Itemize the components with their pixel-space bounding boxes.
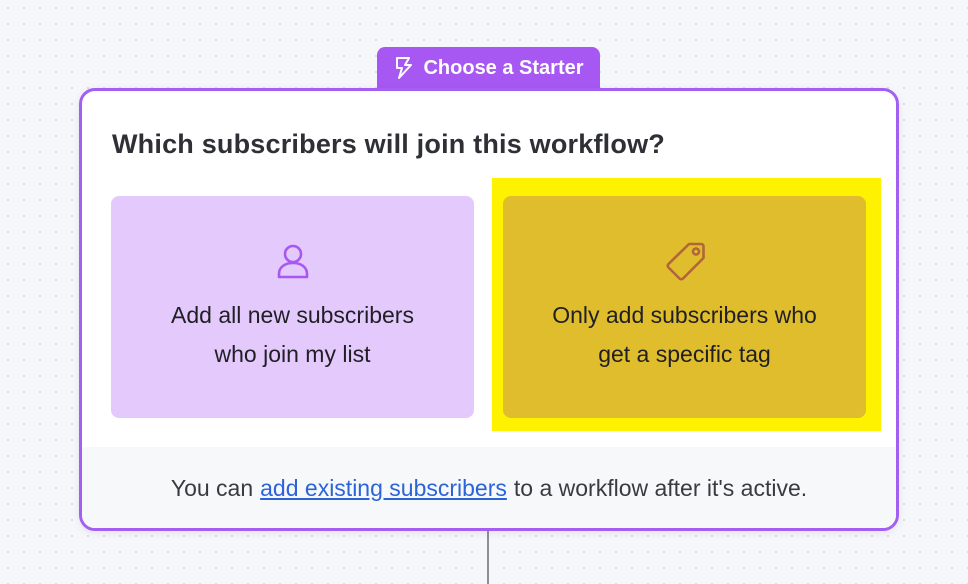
footer-suffix: to a workflow after it's active.: [513, 474, 808, 501]
choose-starter-label: Choose a Starter: [377, 47, 600, 91]
add-existing-subscribers-link[interactable]: add existing subscribers: [260, 475, 507, 502]
footer-note: You can add existing subscribers to a wo…: [82, 447, 896, 528]
starter-card: Which subscribers will join this workflo…: [79, 88, 899, 531]
footer-prefix: You can: [170, 474, 254, 501]
subscribers-question: Which subscribers will join this workflo…: [112, 129, 665, 159]
option-all-new-subscribers-text: Add all new subscribers who join my list: [171, 302, 414, 367]
lightning-bolt-icon: [393, 56, 415, 80]
option-specific-tag-text: Only add subscribers who get a specific …: [552, 302, 817, 367]
choose-starter-text: Choose a Starter: [423, 56, 584, 79]
user-icon: [276, 240, 310, 282]
option-specific-tag[interactable]: Only add subscribers who get a specific …: [503, 196, 866, 418]
tag-icon: [663, 240, 707, 282]
option-all-new-subscribers[interactable]: Add all new subscribers who join my list: [111, 196, 474, 418]
